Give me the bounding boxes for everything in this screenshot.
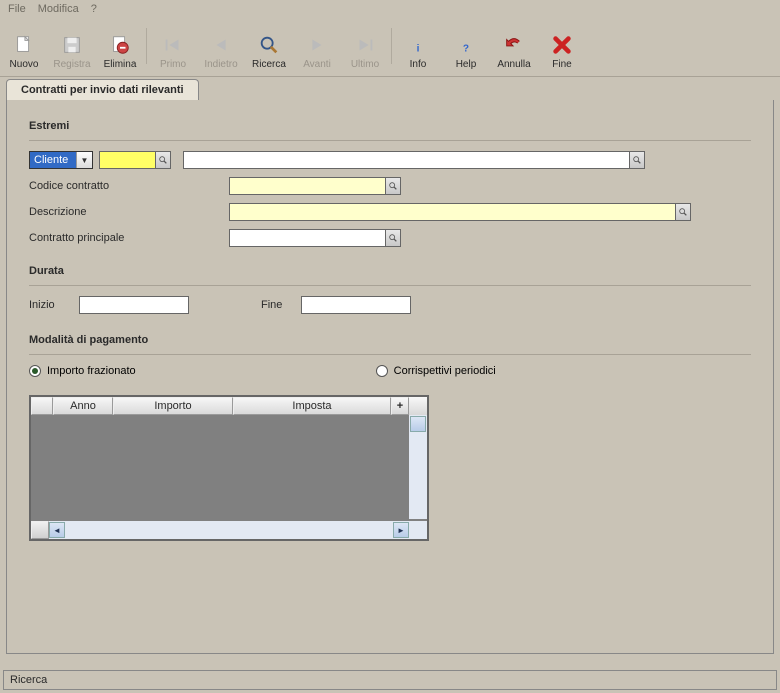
section-durata-title: Durata — [29, 265, 751, 277]
data-grid[interactable]: Anno Importo Imposta + ◄ ► — [29, 395, 429, 541]
help-button[interactable]: ? Help — [442, 22, 490, 70]
svg-text:i: i — [417, 43, 420, 54]
lookup-icon[interactable] — [155, 151, 171, 169]
lookup-icon[interactable] — [675, 203, 691, 221]
fine-label: Fine — [261, 299, 301, 311]
fine-input[interactable] — [301, 296, 411, 314]
tab-strip: Contratti per invio dati rilevanti — [0, 77, 780, 100]
codice-contratto-input[interactable] — [229, 177, 385, 195]
grid-add-column-button[interactable]: + — [391, 397, 409, 415]
lookup-icon[interactable] — [385, 229, 401, 247]
grid-col-anno[interactable]: Anno — [53, 397, 113, 415]
toolbar: Nuovo Registra Elimina Primo Indietro Ri… — [0, 18, 780, 77]
radio-label: Corrispettivi periodici — [394, 365, 496, 377]
chevron-down-icon[interactable]: ▼ — [76, 152, 92, 168]
grid-corner — [409, 521, 427, 539]
ricerca-button[interactable]: Ricerca — [245, 22, 293, 70]
codice-contratto-label: Codice contratto — [29, 180, 229, 192]
elimina-button[interactable]: Elimina — [96, 22, 144, 70]
new-document-icon — [12, 33, 36, 57]
cliente-combo-value: Cliente — [30, 152, 76, 168]
grid-col-importo[interactable]: Importo — [113, 397, 233, 415]
ultimo-button: Ultimo — [341, 22, 389, 70]
descrizione-input[interactable] — [229, 203, 675, 221]
scroll-thumb[interactable] — [410, 416, 426, 432]
scroll-left-icon[interactable]: ◄ — [49, 522, 65, 538]
menu-edit[interactable]: Modifica — [38, 3, 79, 15]
nuovo-button[interactable]: Nuovo — [0, 22, 48, 70]
registra-button: Registra — [48, 22, 96, 70]
grid-col-imposta[interactable]: Imposta — [233, 397, 391, 415]
menu-file[interactable]: File — [8, 3, 26, 15]
inizio-input[interactable] — [79, 296, 189, 314]
forward-icon — [305, 33, 329, 57]
radio-label: Importo frazionato — [47, 365, 136, 377]
radio-icon — [376, 365, 388, 377]
annulla-button[interactable]: Annulla — [490, 22, 538, 70]
tab-contratti[interactable]: Contratti per invio dati rilevanti — [6, 79, 199, 100]
cliente-code-lookup[interactable] — [99, 151, 171, 169]
cliente-code-input[interactable] — [99, 151, 155, 169]
help-icon: ? — [454, 33, 478, 57]
lookup-icon[interactable] — [385, 177, 401, 195]
cliente-desc-input[interactable] — [183, 151, 629, 169]
grid-corner — [31, 521, 49, 539]
grid-body[interactable] — [31, 415, 427, 523]
close-icon — [550, 33, 574, 57]
descrizione-lookup[interactable] — [229, 203, 751, 221]
grid-row-selector-header[interactable] — [31, 397, 53, 415]
section-estremi-title: Estremi — [29, 120, 751, 132]
horizontal-scrollbar[interactable]: ◄ ► — [49, 521, 409, 539]
save-icon — [60, 33, 84, 57]
grid-header: Anno Importo Imposta + — [31, 397, 427, 415]
content-panel: Estremi Cliente ▼ Codice contratto Descr… — [6, 100, 774, 654]
radio-importo-frazionato[interactable]: Importo frazionato — [29, 365, 136, 377]
avanti-button: Avanti — [293, 22, 341, 70]
indietro-button: Indietro — [197, 22, 245, 70]
codice-contratto-lookup[interactable] — [229, 177, 401, 195]
inizio-label: Inizio — [29, 299, 79, 311]
undo-icon — [502, 33, 526, 57]
radio-corrispettivi-periodici[interactable]: Corrispettivi periodici — [376, 365, 496, 377]
info-icon: i — [406, 33, 430, 57]
radio-icon — [29, 365, 41, 377]
contratto-principale-label: Contratto principale — [29, 232, 229, 244]
contratto-principale-lookup[interactable] — [229, 229, 401, 247]
vertical-scrollbar[interactable] — [409, 415, 427, 519]
cliente-desc-lookup[interactable] — [183, 151, 751, 169]
status-text: Ricerca — [10, 674, 47, 686]
fine-button[interactable]: Fine — [538, 22, 586, 70]
menu-help[interactable]: ? — [91, 3, 97, 15]
search-icon — [257, 33, 281, 57]
first-icon — [161, 33, 185, 57]
back-icon — [209, 33, 233, 57]
menu-bar: File Modifica ? — [0, 0, 780, 18]
cliente-combo[interactable]: Cliente ▼ — [29, 151, 93, 169]
scroll-right-icon[interactable]: ► — [393, 522, 409, 538]
contratto-principale-input[interactable] — [229, 229, 385, 247]
section-pagamento-title: Modalità di pagamento — [29, 334, 751, 346]
scroll-track[interactable] — [66, 523, 392, 537]
delete-icon — [108, 33, 132, 57]
svg-text:?: ? — [463, 43, 469, 54]
primo-button: Primo — [149, 22, 197, 70]
last-icon — [353, 33, 377, 57]
lookup-icon[interactable] — [629, 151, 645, 169]
status-bar: Ricerca — [3, 670, 777, 690]
descrizione-label: Descrizione — [29, 206, 229, 218]
info-button[interactable]: i Info — [394, 22, 442, 70]
